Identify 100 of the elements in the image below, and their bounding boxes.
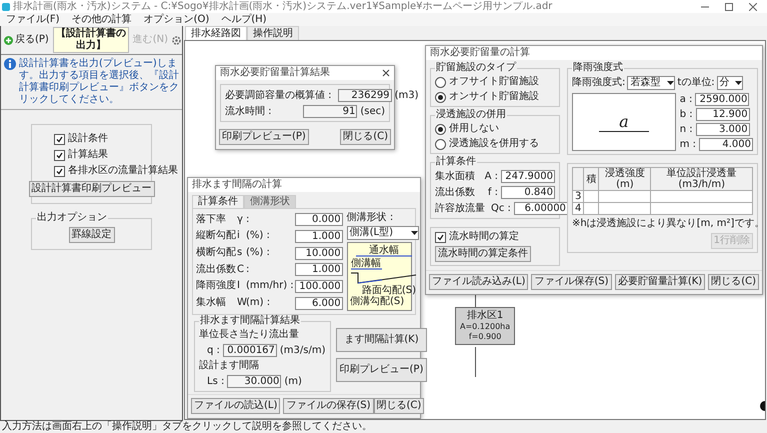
group-label: 出力オプション: [36, 212, 108, 224]
symbol-label: q :: [207, 344, 220, 356]
tab[interactable]: 側溝形状: [244, 195, 296, 208]
field-label: 許容放流量: [435, 202, 485, 214]
checkbox-label: 設計条件: [68, 133, 108, 145]
field-label: 流水時間 :: [225, 106, 272, 118]
value-field[interactable]: 1.000: [294, 230, 343, 243]
symbol-label: C: [237, 264, 245, 276]
value-field[interactable]: 247.9000: [501, 170, 555, 183]
field-label: 横断勾配: [196, 247, 236, 260]
value-field[interactable]: 91: [303, 105, 358, 118]
row-number: 3: [572, 190, 584, 202]
maximize-icon[interactable]: [725, 2, 733, 10]
value-field[interactable]: 6.000: [294, 296, 343, 310]
dialog-title: 雨水必要貯留量計算結果: [220, 67, 330, 79]
value-field[interactable]: 4.000: [699, 138, 753, 151]
menu-item[interactable]: ヘルプ(H): [221, 14, 267, 26]
info-icon: [4, 58, 16, 70]
back-button[interactable]: 戻る(P): [2, 34, 51, 46]
group-label: 貯留施設のタイプ: [435, 62, 517, 74]
button[interactable]: 閉じる(C): [374, 398, 424, 414]
close-icon[interactable]: [749, 2, 757, 10]
app-icon: [2, 2, 10, 10]
button[interactable]: ファイルの読込(L): [191, 398, 280, 414]
button[interactable]: 必要貯留量計算(K): [614, 274, 706, 290]
menu-item[interactable]: オプション(O): [144, 14, 210, 26]
radio-label: 浸透施設を併用する: [449, 138, 539, 150]
group-label: 計算条件: [435, 156, 477, 168]
value-field[interactable]: 1.000: [294, 263, 343, 276]
symbol-label: Ls :: [207, 376, 224, 388]
parameter-label: n :: [680, 124, 693, 136]
unit-label: (m) :: [246, 297, 272, 310]
button[interactable]: ファイル保存(S): [531, 274, 612, 290]
field-label: 必要調節容量の概算値 :: [225, 90, 332, 102]
unit-label: (m3): [394, 90, 418, 102]
button[interactable]: 印刷プレビュー(P): [336, 358, 428, 382]
value-field[interactable]: 12.900: [696, 108, 750, 121]
value-field[interactable]: 0.000: [294, 213, 343, 226]
value-field[interactable]: 2590.000: [695, 93, 750, 106]
symbol-label: γ: [237, 214, 244, 226]
caret-icon: [667, 80, 674, 86]
value-field[interactable]: 0.840: [501, 186, 555, 199]
field-label: 降雨強度式:: [572, 77, 626, 89]
value-field[interactable]: 6.00000: [514, 202, 568, 215]
button[interactable]: ます間隔計算(K): [336, 328, 428, 352]
column-header: 浸透強度 (m): [598, 168, 651, 190]
dialog-title: 排水ます間隔の計算: [192, 179, 282, 191]
row-number: 4: [572, 202, 584, 214]
menu-item[interactable]: ファイル(F): [6, 14, 60, 26]
caret-icon: [410, 230, 418, 236]
unit-label: (mm/hr) :: [246, 280, 294, 292]
gear-icon[interactable]: [172, 36, 181, 44]
dropdown[interactable]: 分: [716, 76, 743, 90]
value-field[interactable]: 0.000167: [222, 344, 277, 357]
unit-label: :: [246, 264, 250, 276]
radio-button[interactable]: [435, 138, 446, 150]
radio-label: オフサイト貯留施設: [449, 76, 539, 88]
field-label: 流出係数: [196, 264, 236, 276]
tab[interactable]: 計算条件: [192, 195, 244, 208]
field-label: 降雨強度: [196, 280, 236, 292]
menu-item[interactable]: その他の計算: [72, 14, 132, 26]
checkbox[interactable]: [435, 232, 446, 242]
dropdown[interactable]: 側溝(L型): [346, 226, 419, 240]
checkbox[interactable]: [54, 166, 65, 176]
diagram-label: 側溝勾配(S): [350, 296, 404, 306]
button[interactable]: 印刷プレビュー(P): [219, 129, 309, 145]
dropdown[interactable]: 若森型: [627, 76, 676, 90]
radio-button[interactable]: [435, 76, 446, 88]
button[interactable]: 閉じる(C): [708, 274, 759, 290]
value-field[interactable]: 3.000: [696, 123, 750, 136]
value-field[interactable]: 30.000: [227, 375, 282, 388]
checkbox[interactable]: [54, 150, 65, 160]
field-label: 集水幅: [196, 297, 227, 310]
radio-button[interactable]: [435, 92, 446, 102]
ruled-line-button[interactable]: 罫線設定: [68, 227, 114, 243]
button[interactable]: 流水時間の算定条件: [435, 246, 531, 262]
preview-button[interactable]: 設計計算書印刷プレビュー: [28, 181, 154, 197]
radio-label: 併用しない: [449, 123, 499, 135]
value-field[interactable]: 10.000: [294, 246, 343, 260]
dialog-title: 雨水必要貯留量の計算: [430, 47, 530, 59]
tab[interactable]: 操作説明: [247, 26, 299, 40]
value-field[interactable]: 100.000: [294, 280, 343, 293]
node-text: f=0.900: [468, 332, 502, 342]
column-header: 積: [584, 168, 599, 190]
checkbox[interactable]: [54, 134, 65, 144]
close-icon[interactable]: [382, 69, 390, 77]
radio-button[interactable]: [435, 124, 446, 134]
symbol-label: s: [237, 247, 244, 260]
field-label: 側溝形状 :: [346, 212, 394, 224]
symbol-label: A :: [484, 170, 498, 182]
field-label: 落下率: [196, 214, 227, 226]
field-label: 集水面積: [435, 170, 475, 182]
field-label: 縦断勾配: [196, 230, 236, 242]
drainage-area-node[interactable]: 排水区1 A=0.1200ha f=0.900: [455, 307, 516, 345]
button[interactable]: ファイルの保存(S): [283, 398, 374, 414]
value-field[interactable]: 236299: [338, 89, 392, 102]
tab[interactable]: 排水経路図: [185, 26, 247, 40]
button[interactable]: 閉じる(C): [340, 129, 391, 145]
button[interactable]: ファイル読み込み(L): [429, 274, 528, 290]
checkbox-label: 計算結果: [68, 149, 108, 161]
